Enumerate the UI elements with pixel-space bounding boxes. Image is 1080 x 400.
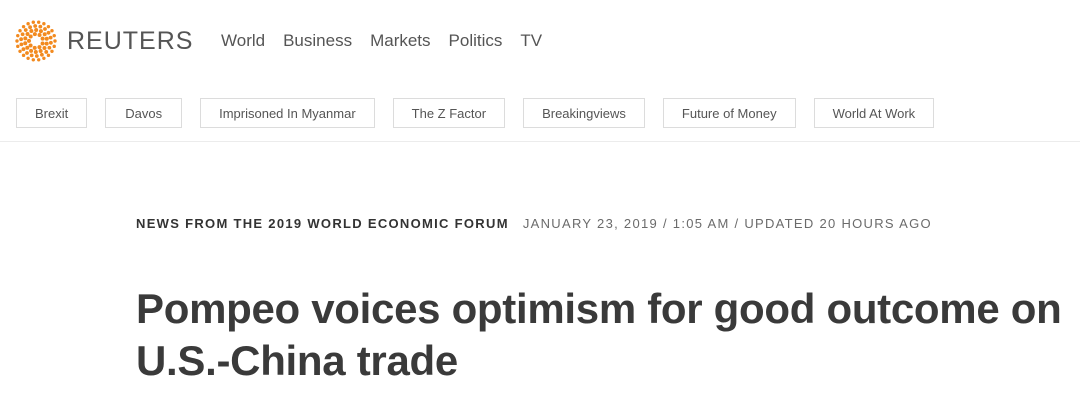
logo-dot xyxy=(48,40,53,45)
logo-dot xyxy=(34,54,39,58)
logo-dot xyxy=(37,45,42,50)
logo-dot xyxy=(27,38,31,43)
logo-dot xyxy=(46,53,51,58)
logo-dot xyxy=(28,25,33,30)
logo-dot xyxy=(23,41,28,46)
logo-dot xyxy=(25,32,30,37)
logo-dot xyxy=(46,24,51,29)
logo-dot xyxy=(42,22,46,26)
logo-dot xyxy=(38,24,43,29)
logo-dot xyxy=(47,45,52,50)
article-meta: NEWS FROM THE 2019 WORLD ECONOMIC FORUM … xyxy=(136,216,932,231)
logo-dot xyxy=(15,39,19,43)
logo-dot xyxy=(53,39,57,43)
logo-dot xyxy=(16,33,20,38)
logo-dot xyxy=(38,48,43,53)
main-nav: World Business Markets Politics TV xyxy=(221,30,560,52)
logo-dot xyxy=(42,56,46,60)
logo-dot xyxy=(33,24,38,28)
logo-dot xyxy=(44,36,49,41)
logo-dot xyxy=(43,27,47,31)
logo-dot xyxy=(16,44,20,49)
logo-dot xyxy=(32,32,37,37)
logo-dot xyxy=(48,35,53,40)
logo-dot xyxy=(25,45,30,50)
topic-bar: Brexit Davos Imprisoned In Myanmar The Z… xyxy=(16,98,952,128)
header-divider xyxy=(0,141,1080,142)
logo-dot xyxy=(52,33,56,38)
logo-dot xyxy=(25,51,29,55)
logo-dot xyxy=(18,49,22,53)
logo-dot xyxy=(42,45,47,50)
logo-dot xyxy=(31,58,35,62)
logo-dot xyxy=(28,43,33,48)
logo-dot xyxy=(34,28,39,32)
logo-dot xyxy=(40,36,45,41)
logo-dot xyxy=(37,58,41,62)
logo-dot xyxy=(23,36,28,41)
topic-future-of-money[interactable]: Future of Money xyxy=(662,98,796,128)
logo-dot xyxy=(26,22,30,26)
logo-dot xyxy=(37,32,42,37)
logo-dot xyxy=(50,29,54,33)
topic-davos[interactable]: Davos xyxy=(105,98,183,128)
nav-item-markets[interactable]: Markets xyxy=(370,30,430,52)
article-headline: Pompeo voices optimism for good outcome … xyxy=(136,285,1062,384)
topic-brexit[interactable]: Brexit xyxy=(16,98,88,128)
logo-dot xyxy=(21,47,26,52)
logo-dot xyxy=(28,34,33,39)
logo-dot xyxy=(18,29,22,33)
logo-dot xyxy=(29,29,34,34)
reuters-logo[interactable]: REUTERS xyxy=(14,19,193,63)
topic-breakingviews[interactable]: Breakingviews xyxy=(523,98,645,128)
logo-dot xyxy=(21,53,26,58)
logo-dot xyxy=(40,41,45,46)
logo-dot xyxy=(39,52,44,57)
logo-dot xyxy=(46,30,51,35)
logo-dot xyxy=(31,20,35,24)
topic-the-z-factor[interactable]: The Z Factor xyxy=(392,98,506,128)
site-header: REUTERS World Business Markets Politics … xyxy=(0,0,1080,82)
nav-item-world[interactable]: World xyxy=(221,30,265,52)
topic-imprisoned-in-myanmar[interactable]: Imprisoned In Myanmar xyxy=(200,98,375,128)
reuters-dot-logo-icon xyxy=(14,19,58,63)
logo-dot xyxy=(19,42,24,47)
logo-dot xyxy=(50,49,54,53)
logo-dot xyxy=(26,56,30,60)
logo-dot xyxy=(32,45,37,50)
logo-dot xyxy=(52,44,56,49)
nav-item-politics[interactable]: Politics xyxy=(449,30,503,52)
article-dateline: JANUARY 23, 2019 / 1:05 AM / UPDATED 20 … xyxy=(522,216,932,231)
logo-dot xyxy=(44,50,49,54)
logo-dot xyxy=(29,53,34,58)
topic-world-at-work[interactable]: World At Work xyxy=(813,98,935,128)
logo-dot xyxy=(38,29,43,34)
nav-item-tv[interactable]: TV xyxy=(520,30,542,52)
nav-item-business[interactable]: Business xyxy=(283,30,352,52)
logo-dot xyxy=(44,41,49,46)
logo-dot xyxy=(21,24,26,29)
brand-name: REUTERS xyxy=(67,26,194,55)
article-kicker[interactable]: NEWS FROM THE 2019 WORLD ECONOMIC FORUM xyxy=(136,216,509,231)
logo-dot xyxy=(42,32,47,37)
logo-dot xyxy=(33,50,38,54)
logo-dot xyxy=(37,20,41,24)
logo-dot xyxy=(23,28,28,32)
logo-dot xyxy=(19,37,24,42)
logo-dot xyxy=(20,32,25,37)
logo-dot xyxy=(29,48,34,53)
